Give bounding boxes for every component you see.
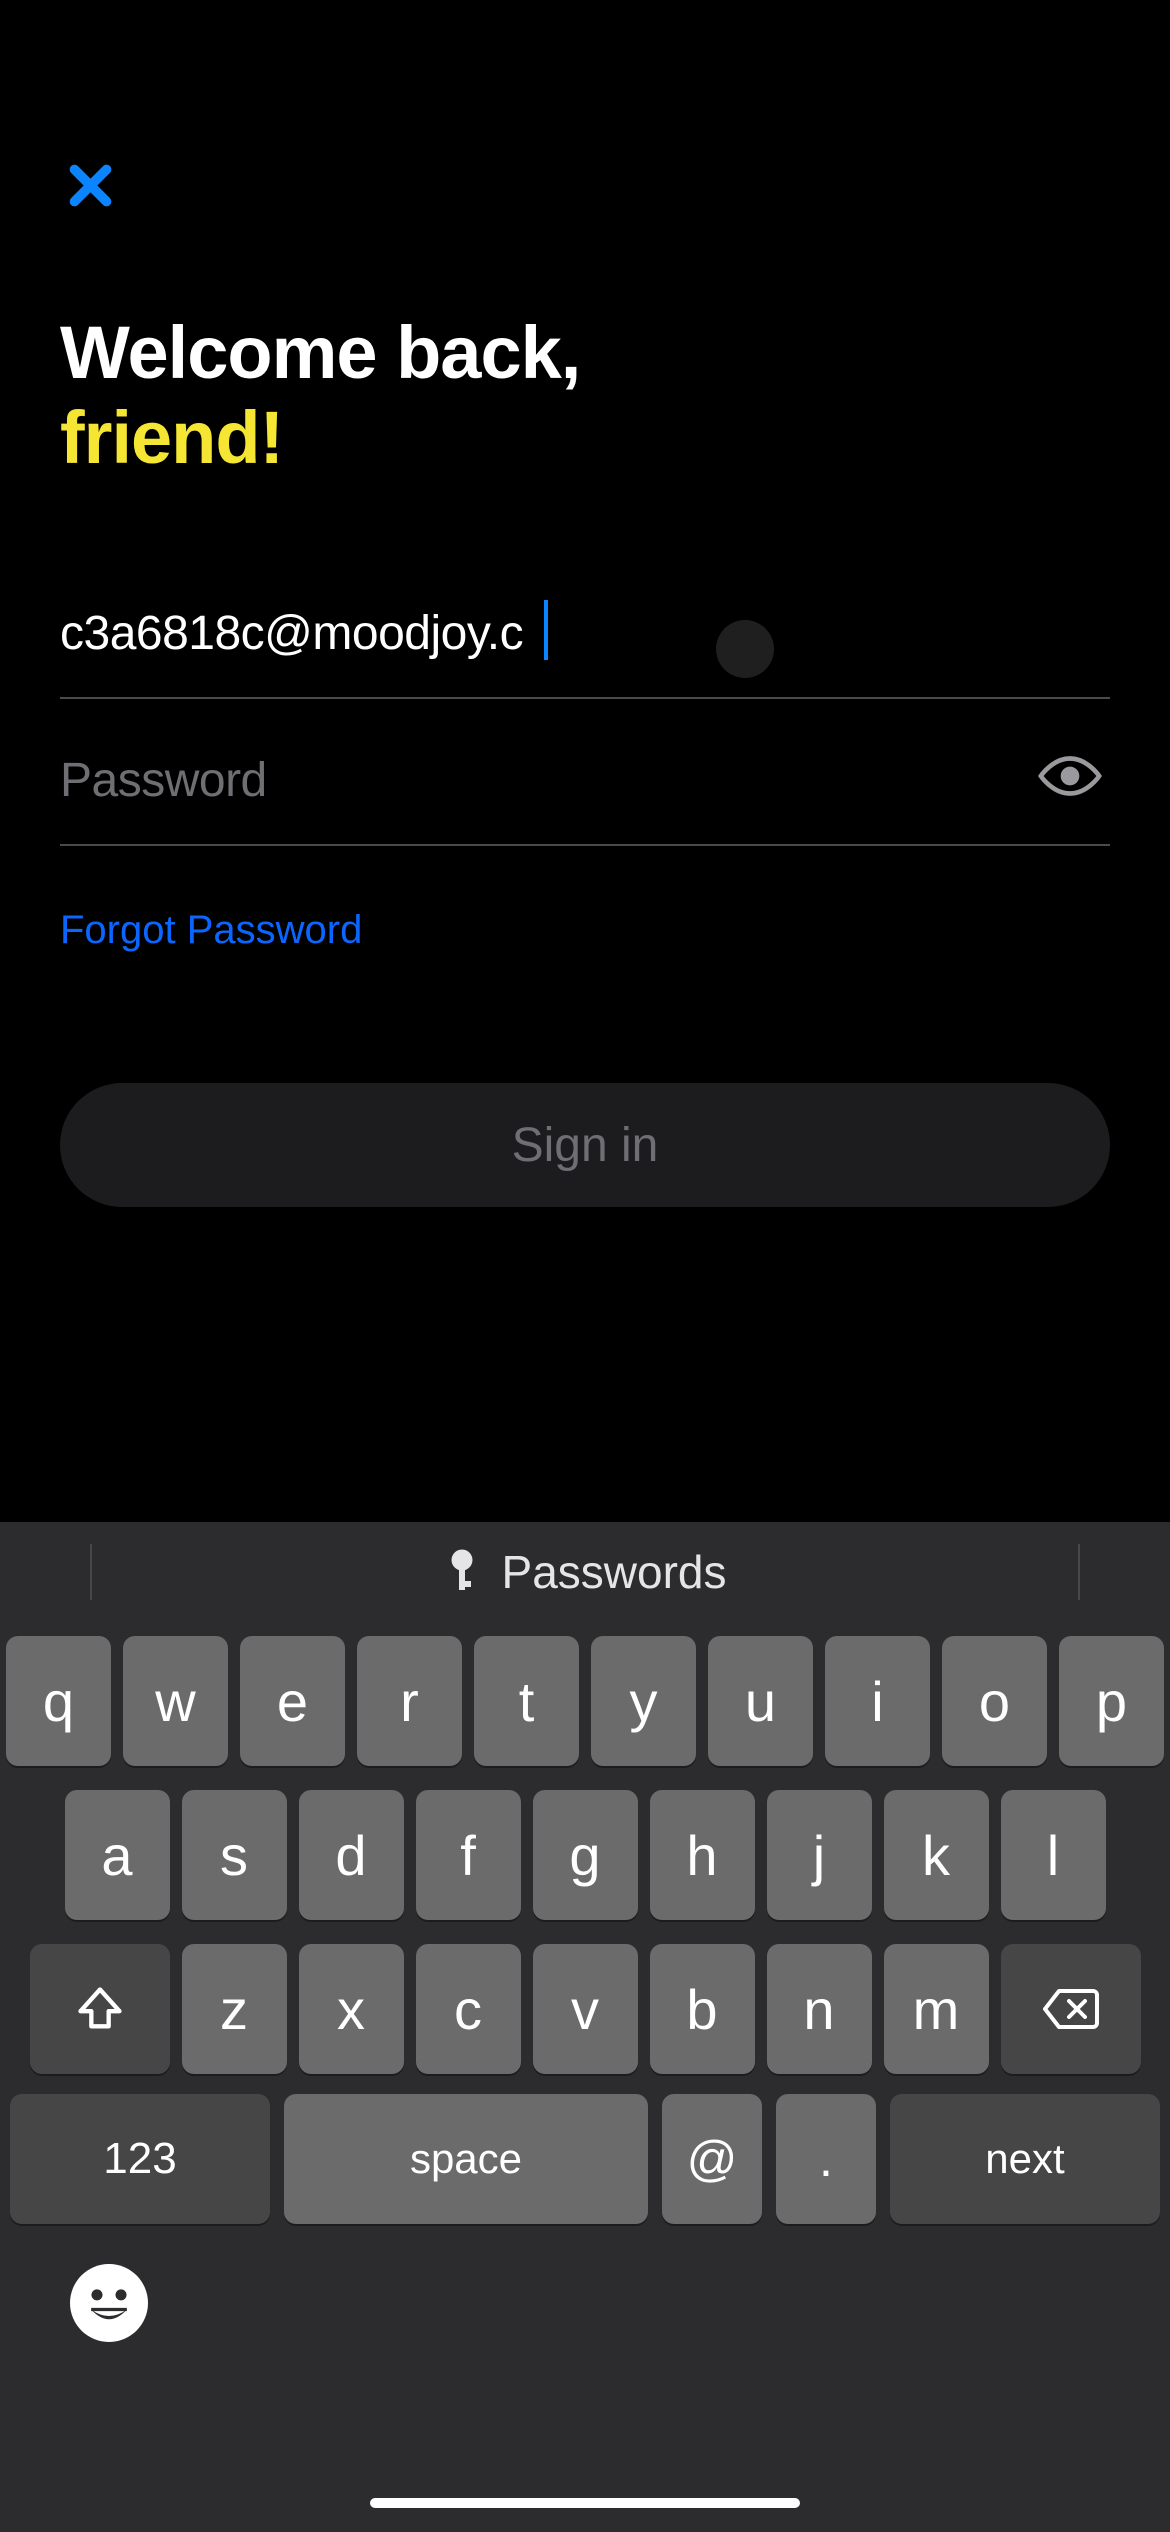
divider — [90, 1544, 92, 1600]
touch-indicator — [716, 620, 774, 678]
password-input[interactable] — [60, 753, 1020, 808]
key-t[interactable]: t — [474, 1636, 579, 1766]
keyboard-row-3: z x c v b n m — [10, 1944, 1160, 2074]
close-icon — [63, 158, 118, 213]
heading-line1: Welcome back, — [60, 310, 1110, 395]
toggle-password-visibility-button[interactable] — [1030, 741, 1110, 811]
keyboard-suggestion-bar: Passwords — [0, 1522, 1170, 1622]
key-g[interactable]: g — [533, 1790, 638, 1920]
key-z[interactable]: z — [182, 1944, 287, 2074]
key-l[interactable]: l — [1001, 1790, 1106, 1920]
key-b[interactable]: b — [650, 1944, 755, 2074]
key-x[interactable]: x — [299, 1944, 404, 2074]
key-w[interactable]: w — [123, 1636, 228, 1766]
eye-icon — [1035, 752, 1105, 800]
key-m[interactable]: m — [884, 1944, 989, 2074]
key-numeric-toggle[interactable]: 123 — [10, 2094, 270, 2224]
key-s[interactable]: s — [182, 1790, 287, 1920]
ios-keyboard: Passwords q w e r t y u i o p a s d f — [0, 1522, 1170, 2532]
emoji-icon — [70, 2264, 148, 2342]
key-r[interactable]: r — [357, 1636, 462, 1766]
key-a[interactable]: a — [65, 1790, 170, 1920]
key-u[interactable]: u — [708, 1636, 813, 1766]
heading-line2: friend! — [60, 395, 1110, 480]
passwords-label: Passwords — [502, 1545, 727, 1599]
text-caret — [544, 600, 548, 660]
key-n[interactable]: n — [767, 1944, 872, 2074]
page-title: Welcome back, friend! — [60, 310, 1110, 480]
key-v[interactable]: v — [533, 1944, 638, 2074]
key-d[interactable]: d — [299, 1790, 404, 1920]
emoji-button[interactable] — [70, 2264, 148, 2342]
key-shift[interactable] — [30, 1944, 170, 2074]
backspace-icon — [1040, 1985, 1102, 2033]
home-indicator[interactable] — [370, 2498, 800, 2508]
key-at[interactable]: @ — [662, 2094, 762, 2224]
key-o[interactable]: o — [942, 1636, 1047, 1766]
key-f[interactable]: f — [416, 1790, 521, 1920]
email-input[interactable] — [60, 606, 1110, 661]
close-button[interactable] — [55, 150, 125, 220]
key-i[interactable]: i — [825, 1636, 930, 1766]
keyboard-row-2: a s d f g h j k l — [10, 1790, 1160, 1920]
key-e[interactable]: e — [240, 1636, 345, 1766]
key-y[interactable]: y — [591, 1636, 696, 1766]
key-next[interactable]: next — [890, 2094, 1160, 2224]
key-p[interactable]: p — [1059, 1636, 1164, 1766]
key-c[interactable]: c — [416, 1944, 521, 2074]
passwords-autofill-button[interactable]: Passwords — [444, 1545, 727, 1599]
key-icon — [444, 1548, 480, 1596]
shift-icon — [74, 1983, 126, 2035]
sign-in-button[interactable]: Sign in — [60, 1083, 1110, 1207]
keyboard-row-4: 123 space @ . next — [10, 2094, 1160, 2224]
password-field-container — [60, 737, 1110, 846]
forgot-password-link[interactable]: Forgot Password — [60, 908, 362, 953]
key-k[interactable]: k — [884, 1790, 989, 1920]
divider — [1078, 1544, 1080, 1600]
key-h[interactable]: h — [650, 1790, 755, 1920]
key-q[interactable]: q — [6, 1636, 111, 1766]
key-space[interactable]: space — [284, 2094, 648, 2224]
email-field-container — [60, 590, 1110, 699]
keyboard-row-1: q w e r t y u i o p — [10, 1636, 1160, 1766]
key-period[interactable]: . — [776, 2094, 876, 2224]
key-j[interactable]: j — [767, 1790, 872, 1920]
key-backspace[interactable] — [1001, 1944, 1141, 2074]
